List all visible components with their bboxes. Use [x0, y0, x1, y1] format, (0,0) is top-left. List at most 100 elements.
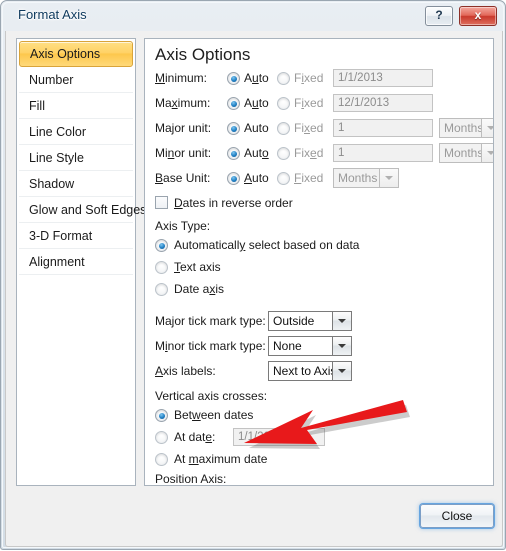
- major-tick-mark-type-value: Outside: [273, 314, 315, 328]
- between-dates-label: Between dates: [174, 408, 254, 422]
- axis-type-option-auto[interactable]: Automatically select based on data: [155, 236, 455, 255]
- base-unit-auto-radio[interactable]: [227, 172, 240, 185]
- axis-options-pane: Axis Options Minimum: Auto Fixed 1/1/201…: [144, 38, 494, 486]
- minor-tick-mark-type-dropdown[interactable]: None: [268, 336, 352, 356]
- maximum-fixed-radio[interactable]: [277, 97, 290, 110]
- base-unit-fixed-label: Fixed: [294, 171, 324, 185]
- axis-type-auto-radio[interactable]: [155, 239, 168, 252]
- sidebar-item-fill[interactable]: Fill: [19, 93, 133, 119]
- base-unit-period-value: Months: [338, 171, 378, 185]
- chevron-down-icon: [332, 337, 351, 355]
- minimum-fixed-radio[interactable]: [277, 72, 290, 85]
- major-unit-fixed-label: Fixed: [294, 121, 324, 135]
- minor-unit-auto-label: Auto: [244, 146, 269, 160]
- dates-in-reverse-order-checkbox[interactable]: [155, 196, 168, 209]
- axis-labels-value: Next to Axis: [273, 364, 337, 378]
- sidebar-item-line-color[interactable]: Line Color: [19, 119, 133, 145]
- help-button[interactable]: ?: [425, 6, 453, 26]
- minor-unit-fixed-radio[interactable]: [277, 147, 290, 160]
- row-major-tick-mark-type: Major tick mark type: Outside: [155, 311, 485, 331]
- sidebar-item-line-style[interactable]: Line Style: [19, 145, 133, 171]
- axis-labels-dropdown[interactable]: Next to Axis: [268, 361, 352, 381]
- sidebar-item-label: Axis Options: [30, 47, 101, 61]
- axis-type-auto-label: Automatically select based on data: [174, 238, 360, 252]
- major-unit-period-dropdown[interactable]: Months: [439, 118, 493, 138]
- axis-type-option-date[interactable]: Date axis: [155, 280, 455, 299]
- major-unit-value-input[interactable]: 1: [333, 119, 433, 137]
- major-tick-mark-type-dropdown[interactable]: Outside: [268, 311, 352, 331]
- title-bar: Format Axis ? x: [1, 1, 506, 31]
- major-unit-fixed-radio[interactable]: [277, 122, 290, 135]
- category-list: Axis Options Number Fill Line Color Line…: [16, 38, 146, 486]
- minor-unit-auto-radio[interactable]: [227, 147, 240, 160]
- row-label: Major unit:: [155, 121, 212, 135]
- between-dates-radio[interactable]: [155, 409, 168, 422]
- sidebar-item-3d-format[interactable]: 3-D Format: [19, 223, 133, 249]
- sidebar-item-label: Glow and Soft Edges: [29, 203, 147, 217]
- row-label: Maximum:: [155, 96, 211, 110]
- axis-type-text-label: Text axis: [174, 260, 221, 274]
- row-label: Base Unit:: [155, 171, 211, 185]
- axis-type-date-radio[interactable]: [155, 283, 168, 296]
- minor-unit-period-value: Months: [444, 146, 484, 160]
- row-reverse-order: Dates in reverse order: [155, 194, 405, 213]
- row-major-unit: Major unit: Auto Fixed 1 Months: [155, 118, 493, 138]
- at-date-label: At date:: [174, 430, 216, 444]
- maximum-auto-radio[interactable]: [227, 97, 240, 110]
- window-title: Format Axis: [18, 7, 87, 22]
- sidebar-item-label: Line Style: [29, 151, 84, 165]
- sidebar-item-alignment[interactable]: Alignment: [19, 249, 133, 275]
- question-mark-icon: ?: [435, 8, 443, 22]
- vertical-crosses-option-at-maximum-date[interactable]: At maximum date: [155, 450, 455, 469]
- sidebar-item-label: Fill: [29, 99, 45, 113]
- at-date-radio[interactable]: [155, 431, 168, 444]
- base-unit-period-dropdown[interactable]: Months: [333, 168, 399, 188]
- row-label: Minimum:: [155, 71, 208, 85]
- axis-type-option-text[interactable]: Text axis: [155, 258, 455, 277]
- close-button[interactable]: Close: [420, 504, 494, 528]
- sidebar-item-label: 3-D Format: [29, 229, 93, 243]
- row-minimum: Minimum: Auto Fixed 1/1/2013: [155, 69, 485, 88]
- major-unit-period-value: Months: [444, 121, 484, 135]
- maximum-fixed-label: Fixed: [294, 96, 324, 110]
- pane-title: Axis Options: [155, 45, 251, 64]
- axis-type-heading: Axis Type:: [155, 219, 211, 233]
- row-axis-labels: Axis labels: Next to Axis: [155, 361, 485, 381]
- position-axis-heading: Position Axis:: [155, 472, 227, 486]
- window-close-button[interactable]: x: [459, 6, 497, 26]
- minimum-auto-radio[interactable]: [227, 72, 240, 85]
- maximum-auto-label: Auto: [244, 96, 269, 110]
- major-unit-auto-radio[interactable]: [227, 122, 240, 135]
- major-unit-auto-label: Auto: [244, 121, 269, 135]
- sidebar-item-glow-and-soft-edges[interactable]: Glow and Soft Edges: [19, 197, 146, 223]
- vertical-crosses-option-between-dates[interactable]: Between dates: [155, 406, 455, 425]
- row-minor-tick-mark-type: Minor tick mark type: None: [155, 336, 485, 356]
- base-unit-fixed-radio[interactable]: [277, 172, 290, 185]
- sidebar-item-shadow[interactable]: Shadow: [19, 171, 133, 197]
- minor-tick-mark-label: Minor tick mark type:: [155, 339, 266, 353]
- sidebar-item-label: Line Color: [29, 125, 86, 139]
- at-date-input[interactable]: 1/1/2013: [233, 428, 325, 446]
- at-maximum-date-label: At maximum date: [174, 452, 268, 466]
- maximum-value-input[interactable]: 12/1/2013: [333, 94, 433, 112]
- major-tick-mark-label: Major tick mark type:: [155, 314, 266, 328]
- close-x-icon: x: [474, 8, 482, 22]
- sidebar-item-axis-options[interactable]: Axis Options: [19, 41, 133, 67]
- dialog-body: Axis Options Number Fill Line Color Line…: [5, 31, 503, 547]
- row-maximum: Maximum: Auto Fixed 12/1/2013: [155, 94, 485, 113]
- axis-type-text-radio[interactable]: [155, 261, 168, 274]
- vertical-crosses-option-at-date[interactable]: At date: 1/1/2013: [155, 428, 455, 447]
- chevron-down-icon: [332, 362, 351, 380]
- axis-labels-label: Axis labels:: [155, 364, 216, 378]
- minimum-fixed-label: Fixed: [294, 71, 324, 85]
- row-minor-unit: Minor unit: Auto Fixed 1 Months: [155, 143, 493, 163]
- minor-unit-period-dropdown[interactable]: Months: [439, 143, 493, 163]
- chevron-down-icon: [379, 169, 398, 187]
- axis-type-date-label: Date axis: [174, 282, 225, 296]
- minimum-value-input[interactable]: 1/1/2013: [333, 69, 433, 87]
- at-maximum-date-radio[interactable]: [155, 453, 168, 466]
- dates-in-reverse-order-label: Dates in reverse order: [174, 196, 293, 210]
- minor-unit-value-input[interactable]: 1: [333, 144, 433, 162]
- sidebar-item-number[interactable]: Number: [19, 67, 133, 93]
- sidebar-item-label: Shadow: [29, 177, 75, 191]
